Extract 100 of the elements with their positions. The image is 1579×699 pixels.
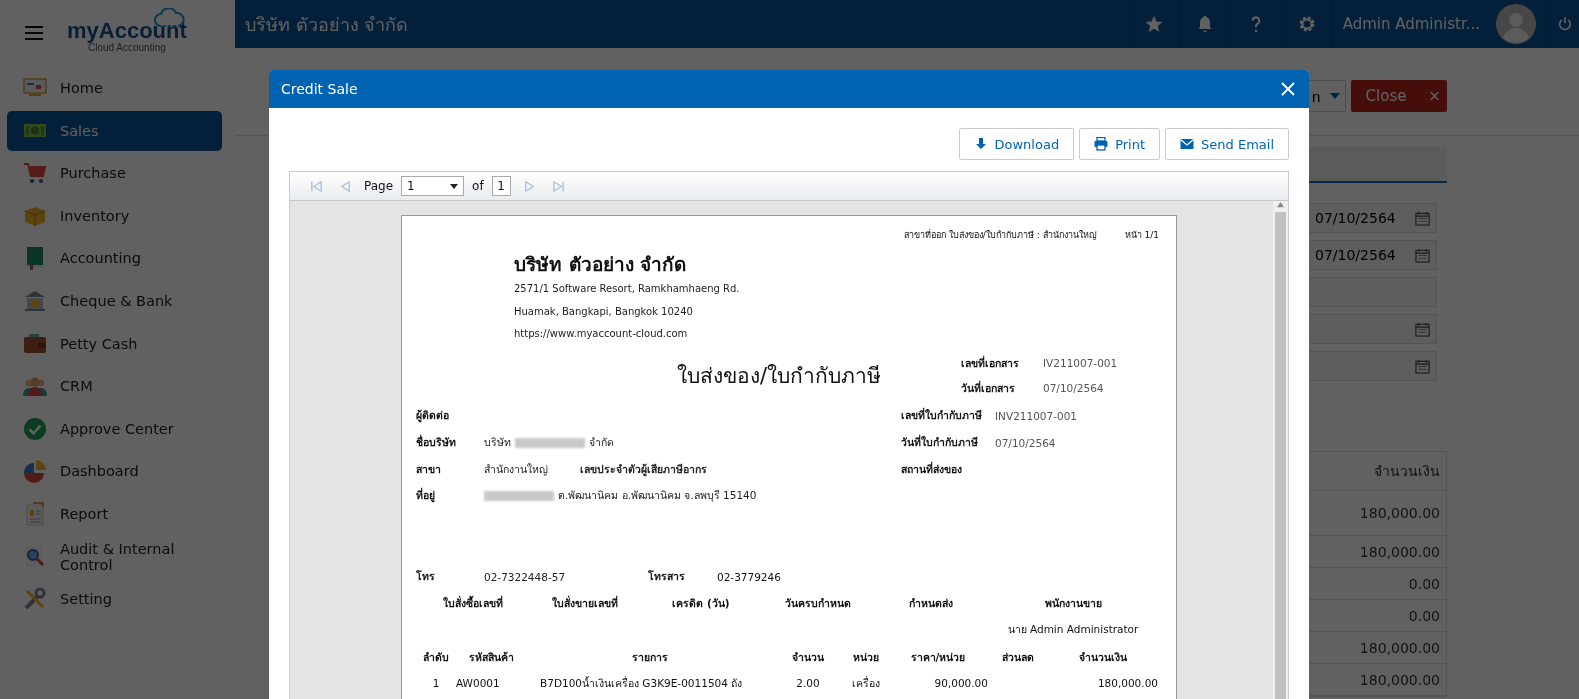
field-label: เลขประจำตัวผู้เสียภาษีอากร — [580, 461, 707, 478]
sidebar-item[interactable]: Cheque & Bank — [7, 280, 222, 321]
redacted-text — [515, 437, 585, 448]
document-title: ใบส่งของ/ใบกำกับภาษี — [675, 362, 882, 390]
table-cell-text: 180,000.00 — [1096, 676, 1158, 692]
field-label: เลขที่ใบกำกับภาษี — [901, 407, 983, 424]
sidebar-item[interactable]: Dashboard — [7, 451, 222, 492]
caret-icon — [1330, 93, 1341, 99]
close-split-button[interactable]: Close × — [1351, 80, 1447, 112]
cart-icon — [22, 161, 48, 186]
sidebar-item[interactable]: Inventory — [7, 195, 222, 236]
column-header: ใบสั่งขายเลขที่ — [550, 594, 619, 611]
field-label: สถานที่ส่งของ — [901, 460, 963, 477]
company-name: บริษัท ตัวอย่าง จำกัด — [244, 12, 410, 37]
column-header: จำนวนเงิน — [1078, 649, 1128, 665]
field-label: โทรสาร — [648, 569, 686, 585]
field-label: ที่อยู่ — [416, 487, 436, 505]
print-button[interactable]: Print — [1079, 128, 1161, 160]
field-label: วันที่ใบกำกับภาษี — [901, 434, 979, 451]
field-label: โทร — [416, 569, 436, 585]
table-cell-text: นาย Admin Administrator — [1006, 621, 1140, 637]
calendar-icon — [1415, 210, 1430, 226]
sidebar-item[interactable]: Petty Cash — [7, 323, 222, 364]
field-value: สำนักงานใหญ่ — [484, 461, 548, 478]
scroll-thumb[interactable] — [1275, 212, 1286, 699]
download-button[interactable]: Download — [958, 128, 1075, 160]
sidebar-item[interactable]: Home — [7, 68, 222, 108]
field-value: 07/10/2564 — [1043, 382, 1104, 394]
field-label: วันที่เอกสาร — [961, 379, 1016, 396]
column-header: ใบสั่งซื้อเลขที่ — [442, 594, 504, 611]
column-header: จำนวน — [791, 649, 825, 665]
field-value: 02-7322448-57 — [484, 570, 567, 583]
sidebar-item[interactable]: Report — [7, 493, 222, 534]
sidebar-item[interactable]: Purchase — [7, 153, 222, 194]
redacted-text — [484, 490, 554, 501]
field-label: เลขที่เอกสาร — [961, 354, 1020, 371]
calendar-icon — [1415, 358, 1430, 374]
field-value: จำกัด — [589, 435, 614, 451]
user-name[interactable]: Admin Administr... — [1342, 15, 1480, 33]
sidebar-item[interactable]: Audit & Internal Control — [7, 536, 222, 577]
table-cell-text: เครื่อง — [850, 675, 881, 691]
envelope-icon — [1180, 137, 1195, 151]
bank-icon — [22, 288, 48, 313]
logo-tagline: Cloud Accounting — [87, 41, 166, 53]
column-header: ราคา/หน่วย — [909, 649, 967, 665]
close-button[interactable]: Close — [1351, 80, 1421, 112]
field-value: INV211007-001 — [995, 409, 1078, 422]
sidebar-item[interactable]: Accounting — [7, 238, 222, 279]
field-value: IV211007-001 — [1043, 357, 1118, 369]
star-icon[interactable] — [1143, 14, 1164, 34]
last-page-icon[interactable] — [551, 179, 565, 193]
field-label: ผู้ติดต่อ — [416, 408, 450, 425]
column-header: วันครบกำหนด — [784, 595, 852, 611]
column-header: กำหนดส่ง — [907, 595, 954, 611]
caret-icon — [450, 183, 459, 189]
pie-chart-icon — [22, 459, 48, 484]
table-cell-text: AW0001 — [456, 676, 501, 692]
page-number: หน้า 1/1 — [1124, 229, 1159, 242]
avatar-icon[interactable] — [1496, 4, 1536, 44]
page-label: Page — [364, 179, 394, 193]
field-value: ต.พัฒนานิคม อ.พัฒนานิคม จ.ลพบุรี 15140 — [558, 488, 757, 504]
sidebar-item[interactable]: Setting — [7, 579, 222, 620]
scrollbar[interactable] — [1273, 201, 1288, 699]
field-value: บริษัท — [484, 435, 511, 451]
menu-icon[interactable] — [25, 26, 43, 40]
column-header: พนักงานขาย — [1043, 595, 1103, 611]
column-header: เครดิต (วัน) — [671, 595, 731, 611]
column-header: หน่วย — [851, 649, 880, 665]
table-cell-text: B7D100น้ำเงินเครื่อง G3K9E-0011504 ถัง — [539, 675, 744, 691]
email-button[interactable]: Send Email — [1165, 128, 1289, 160]
company-website: https://www.myaccount-cloud.com — [514, 327, 689, 341]
field-label: ชื่อบริษัท — [416, 434, 457, 451]
column-header: ลำดับ — [422, 649, 450, 665]
power-icon[interactable] — [1557, 16, 1573, 32]
column-header: ส่วนลด — [1001, 649, 1035, 665]
page-select[interactable]: 1 — [401, 176, 465, 196]
field-value: 02-3779246 — [717, 570, 781, 583]
sidebar-item[interactable]: Sales — [7, 110, 222, 151]
close-icon — [1281, 82, 1295, 96]
next-page-icon[interactable] — [522, 179, 536, 193]
column-header: รหัสสินค้า — [467, 649, 515, 665]
company-address: 2571/1 Software Resort, Ramkhamhaeng Rd. — [514, 282, 741, 296]
sidebar-item[interactable]: CRM — [7, 366, 222, 407]
calendar-icon — [1415, 247, 1430, 263]
close-button[interactable] — [1281, 82, 1295, 96]
tools-icon — [22, 587, 48, 612]
printer-icon — [1094, 137, 1109, 151]
column-header: รายการ — [630, 649, 669, 665]
first-page-icon[interactable] — [310, 179, 323, 193]
table-cell-text: 90,000.00 — [933, 676, 988, 692]
company-name: บริษัท ตัวอย่าง จำกัด — [514, 252, 688, 277]
total-pages: 1 — [491, 176, 511, 196]
wallet-icon — [22, 331, 48, 356]
check-circle-icon — [22, 416, 48, 441]
sidebar-item[interactable]: Approve Center — [7, 408, 222, 449]
calendar-icon — [1415, 321, 1430, 337]
close-dropdown[interactable]: × — [1421, 80, 1447, 112]
previous-page-icon[interactable] — [339, 179, 352, 193]
company-address: Huamak, Bangkapi, Bangkok 10240 — [514, 304, 694, 319]
field-label: สาขา — [416, 461, 442, 477]
